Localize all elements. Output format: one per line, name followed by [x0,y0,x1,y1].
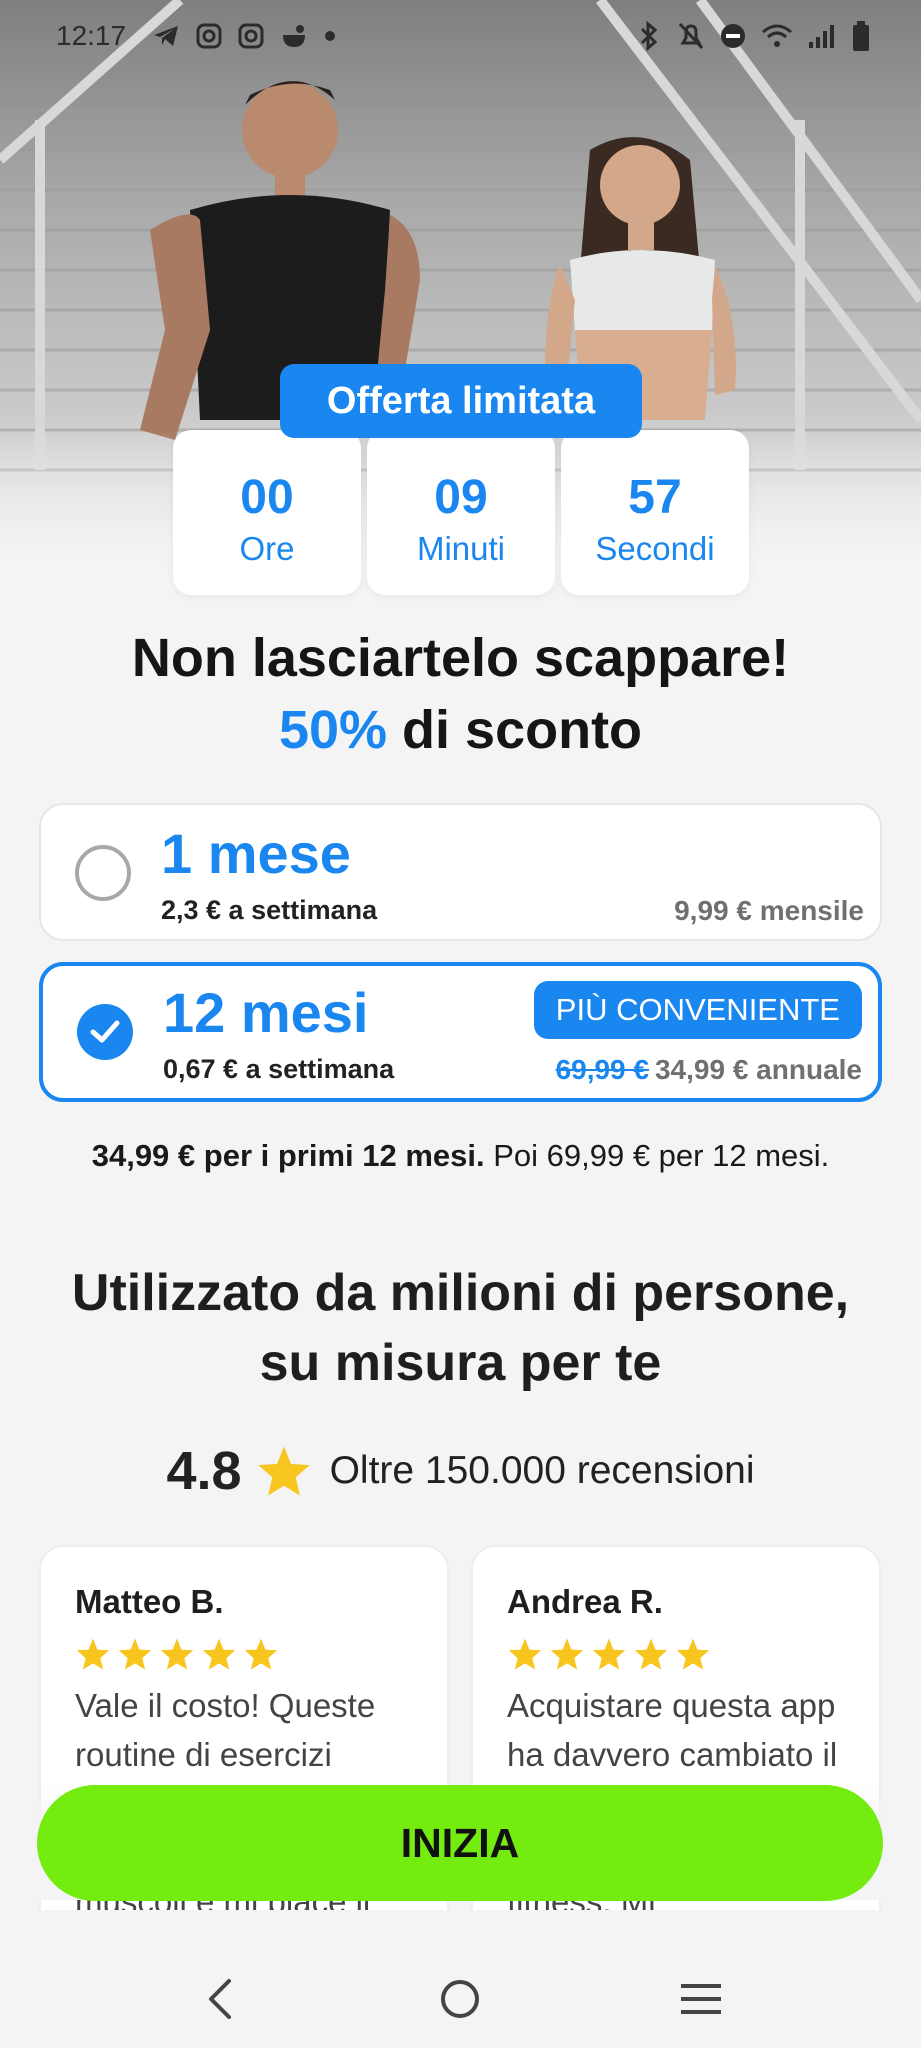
plan-name: 1 mese [161,822,351,885]
plan-price: 9,99 € mensile [674,895,864,926]
star-icon [202,1638,236,1670]
radio-unchecked-icon[interactable] [75,845,131,901]
headline-line2: 50% di sconto [0,694,921,766]
signal-icon [809,25,834,48]
plan-price-group: 69,99 €34,99 € annuale [556,1054,862,1086]
nav-home-button[interactable] [410,1959,510,2039]
nav-recents-button[interactable] [651,1959,751,2039]
plan-name: 12 mesi [163,981,369,1044]
plan-weekly-price: 0,67 € a settimana [163,1054,395,1084]
plan-price: 34,99 € annuale [654,1054,862,1085]
rating-summary: 4.8 Oltre 150.000 recensioni [0,1440,921,1502]
best-value-badge: PIÙ CONVENIENTE [533,981,862,1039]
timer-minutes-value: 09 [434,471,488,525]
nav-back-button[interactable] [170,1959,270,2039]
battery-icon [853,21,869,51]
social-title-line2: su misura per te [259,1334,662,1392]
star-icon [118,1638,152,1670]
timer-minutes-label: Minuti [416,529,506,567]
billing-terms: 34,99 € per i primi 12 mesi. Poi 69,99 €… [0,1138,921,1174]
reviewer-name: Andrea R. [507,1583,663,1620]
star-icon [160,1638,194,1670]
star-icon [592,1638,626,1670]
star-icon [676,1638,710,1670]
terms-normal: Poi 69,99 € per 12 mesi. [484,1138,830,1173]
bluetooth-icon [640,21,658,51]
status-time: 12:17 [56,20,127,51]
app-icon [283,25,306,47]
dot-icon [325,31,336,41]
instagram-icon [196,23,222,49]
timer-seconds: 57 Secondi [561,430,749,595]
review-stars [75,1637,413,1671]
plan-old-price: 69,99 € [555,1054,649,1085]
dnd-icon [721,24,745,48]
rating-value: 4.8 [166,1441,242,1501]
start-button[interactable]: INIZIA [37,1785,883,1901]
plan-weekly-price: 2,3 € a settimana [161,895,378,925]
limited-offer-badge: Offerta limitata [280,364,642,438]
instagram-icon [238,23,264,49]
back-icon [209,1979,232,2019]
notification-icons [152,23,336,49]
checkmark-icon [90,1020,120,1043]
status-bar: 12:17 [0,0,921,72]
terms-bold: 34,99 € per i primi 12 mesi. [91,1138,485,1173]
plan-option-yearly[interactable]: 12 mesi 0,67 € a settimana PIÙ CONVENIEN… [39,962,882,1102]
star-icon [508,1638,542,1670]
star-icon [244,1638,278,1670]
timer-hours: 00 Ore [173,430,361,595]
page-title: Non lasciartelo scappare! 50% di sconto [0,622,921,766]
menu-icon [680,1984,721,2014]
timer-minutes: 09 Minuti [367,430,555,595]
star-icon [257,1446,310,1496]
review-stars [507,1637,845,1671]
discount-percent: 50% [278,700,388,760]
social-proof-title: Utilizzato da milioni di persone, su mis… [0,1258,921,1398]
headline-line1: Non lasciartelo scappare! [131,628,790,688]
telegram-icon [154,26,179,46]
timer-seconds-value: 57 [628,471,682,525]
star-icon [634,1638,668,1670]
paywall-screen: 12:17 Offerta limitata 00 Ore 09 Minuti [0,0,921,2048]
mute-icon [678,22,704,50]
timer-seconds-label: Secondi [595,529,715,567]
countdown-timer: 00 Ore 09 Minuti 57 Secondi [173,430,749,595]
plan-option-monthly[interactable]: 1 mese 2,3 € a settimana 9,99 € mensile [39,803,882,941]
timer-hours-value: 00 [240,471,294,525]
home-icon [441,1980,480,2018]
system-icons [635,20,871,52]
star-icon [76,1638,110,1670]
discount-text: di sconto [387,700,643,760]
timer-hours-label: Ore [239,529,295,567]
radio-checked-icon[interactable] [77,1004,133,1060]
social-title-line1: Utilizzato da milioni di persone, [71,1264,850,1322]
star-icon [550,1638,584,1670]
system-nav-bar [0,1950,921,2048]
reviewer-name: Matteo B. [75,1583,224,1620]
reviews-count: Oltre 150.000 recensioni [329,1449,755,1492]
wifi-icon [762,24,792,47]
